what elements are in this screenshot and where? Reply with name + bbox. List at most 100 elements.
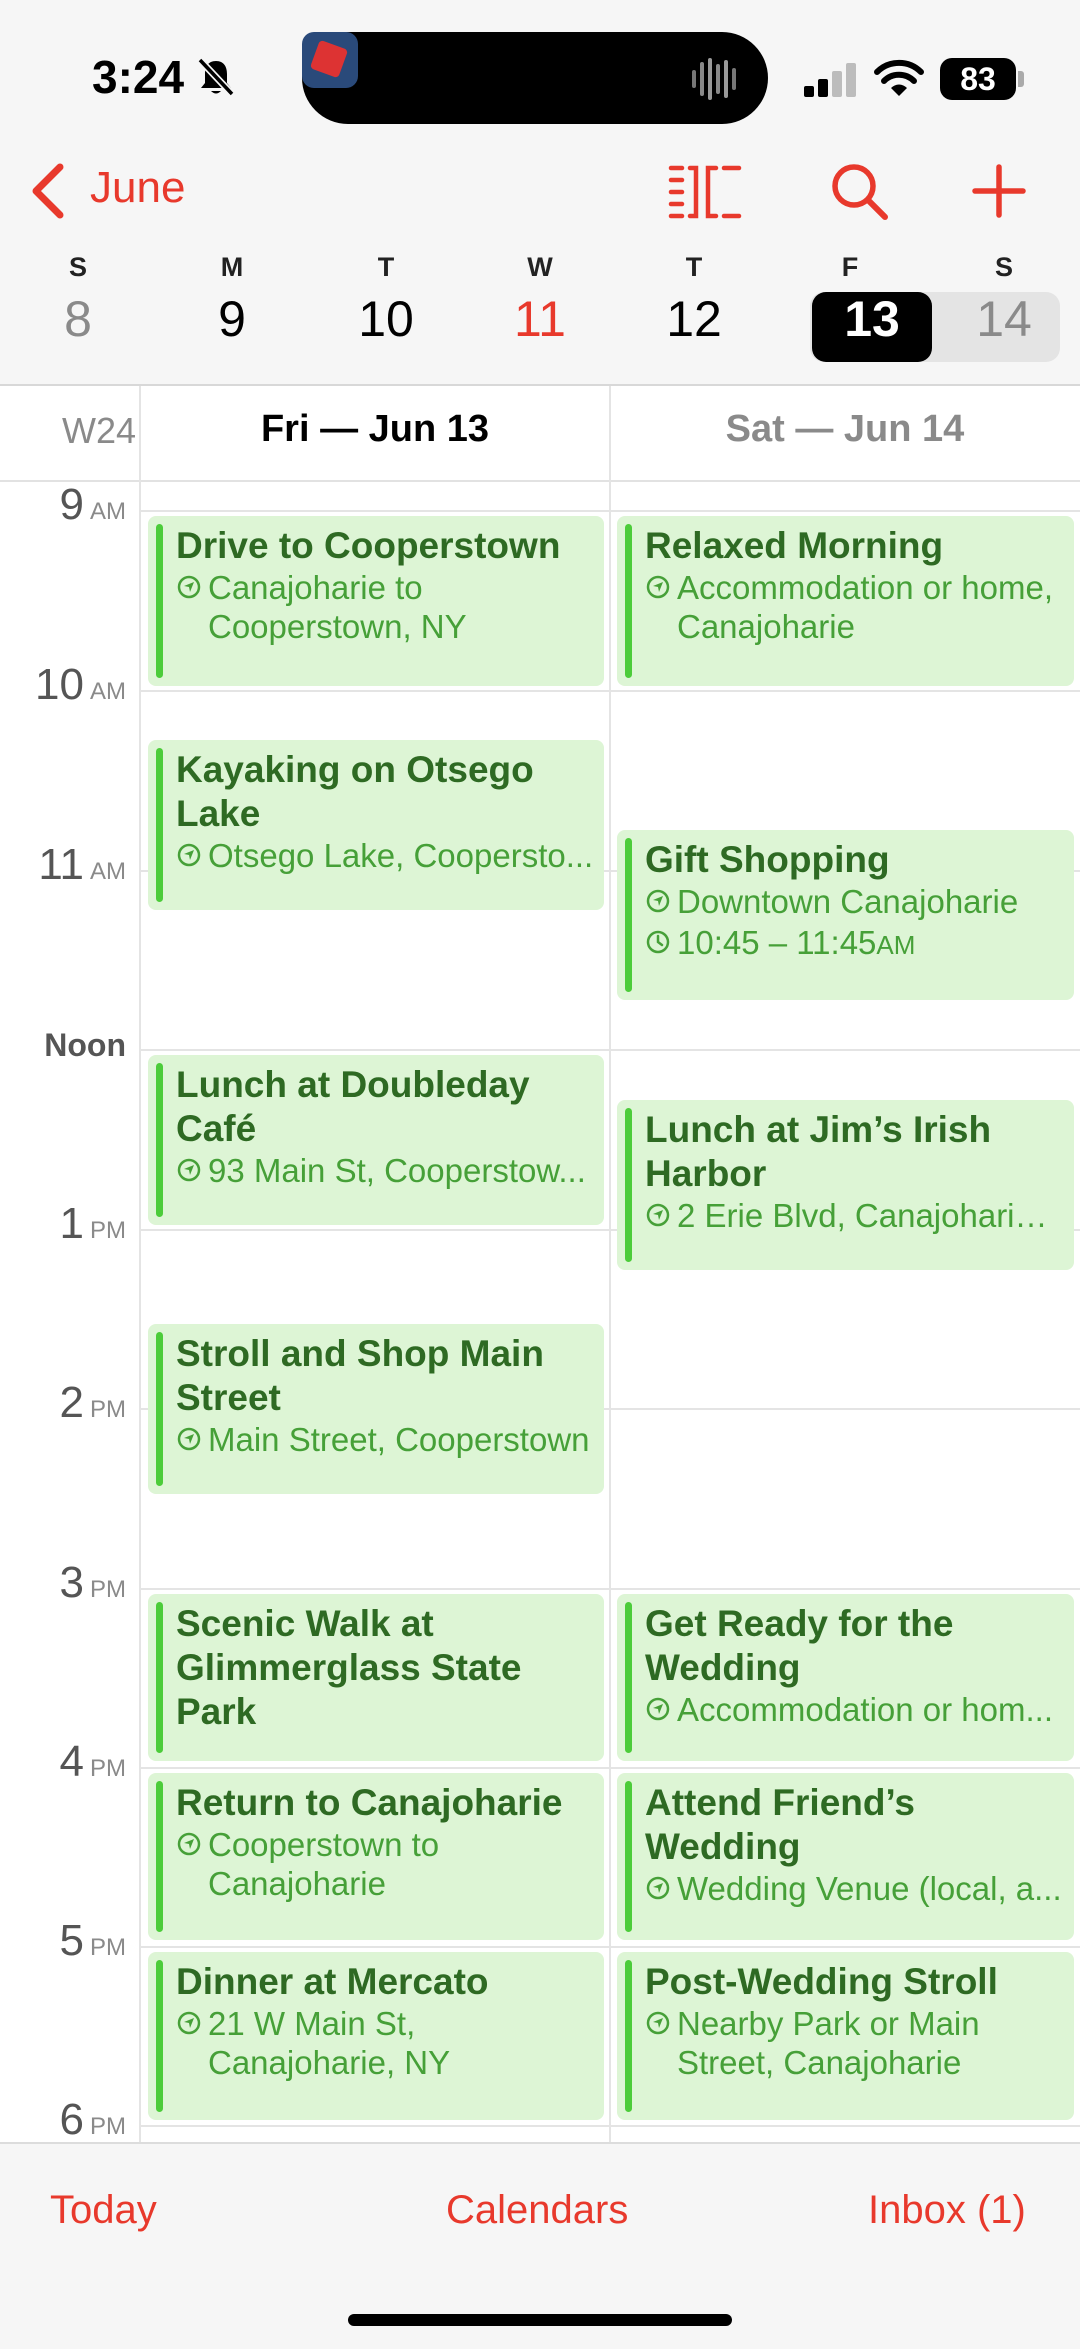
event-title: Gift Shopping (645, 839, 890, 880)
hour-line (140, 2125, 1080, 2127)
battery-tip (1018, 71, 1024, 87)
event-location: Cooperstown to Canajoharie (208, 1826, 440, 1902)
event-location: 2 Erie Blvd, Canajoharie,... (677, 1197, 1064, 1234)
weekday-letter: M (220, 252, 244, 282)
grid-divider (609, 386, 611, 2142)
event-title: Kayaking on Otsego Lake (176, 749, 534, 834)
event-location: Nearby Park or Main Street, Canajoharie (677, 2005, 980, 2081)
location-icon (646, 1876, 670, 1900)
hour-line (140, 1767, 1080, 1769)
event-title: Stroll and Shop Main Street (176, 1333, 544, 1418)
location-icon (177, 1427, 201, 1451)
hour-line (140, 1946, 1080, 1948)
day-number-thu[interactable]: 12 (654, 290, 734, 348)
event-gift-shopping[interactable]: Gift Shopping Downtown Canajoharie 10:45… (617, 830, 1074, 1000)
audio-waveform-icon (692, 58, 736, 100)
event-location: Downtown Canajoharie (677, 883, 1019, 920)
event-title: Relaxed Morning (645, 525, 944, 566)
event-relaxed-morning[interactable]: Relaxed Morning Accommodation or home, C… (617, 516, 1074, 686)
inbox-button[interactable]: Inbox (1) (868, 2188, 1026, 2233)
day-number-mon[interactable]: 9 (192, 290, 272, 348)
event-location: Canajoharie to Cooperstown, NY (208, 569, 467, 645)
day-number-today[interactable]: 11 (500, 290, 580, 348)
day-number-tue[interactable]: 10 (346, 290, 426, 348)
event-return-to-canajoharie[interactable]: Return to Canajoharie Cooperstown to Can… (148, 1773, 604, 1940)
hour-label-noon: Noon (44, 1027, 126, 1063)
event-title: Lunch at Jim’s Irish Harbor (645, 1109, 992, 1194)
hour-line (140, 1049, 1080, 1051)
event-time: 10:45 – 11:45 (677, 924, 877, 961)
day-number-sat[interactable]: 14 (964, 290, 1044, 348)
column-title-sat[interactable]: Sat — Jun 14 (610, 408, 1080, 451)
event-title: Attend Friend’s Wedding (645, 1782, 915, 1867)
weekday-letter: T (685, 252, 703, 282)
event-title: Get Ready for the Wedding (645, 1603, 954, 1688)
hour-label: 10 AM (35, 660, 126, 709)
clock-icon (646, 930, 670, 954)
location-icon (646, 1697, 670, 1721)
cellular-signal-icon (804, 63, 856, 97)
hour-label: 11 AM (38, 840, 126, 889)
back-month-button[interactable]: June (90, 163, 185, 213)
event-title: Lunch at Doubleday Café (176, 1064, 530, 1149)
weekday-letter: S (994, 252, 1013, 282)
day-number-selected[interactable]: 13 (812, 290, 932, 348)
day-number-sun[interactable]: 8 (38, 290, 118, 348)
back-chevron-icon[interactable] (28, 162, 68, 220)
event-location: Accommodation or home, Canajoharie (677, 569, 1054, 645)
event-title: Post-Wedding Stroll (645, 1961, 998, 2002)
location-icon (646, 889, 670, 913)
event-dinner-mercato[interactable]: Dinner at Mercato 21 W Main St, Canajoha… (148, 1952, 604, 2120)
event-lunch-jims[interactable]: Lunch at Jim’s Irish Harbor 2 Erie Blvd,… (617, 1100, 1074, 1270)
hour-line (140, 1588, 1080, 1590)
event-scenic-walk[interactable]: Scenic Walk at Glimmerglass State Park (148, 1594, 604, 1761)
location-icon (177, 843, 201, 867)
dynamic-island[interactable] (302, 32, 768, 124)
status-time: 3:24 (92, 51, 185, 103)
event-drive-to-cooperstown[interactable]: Drive to Cooperstown Canajoharie to Coop… (148, 516, 604, 686)
event-title: Drive to Cooperstown (176, 525, 561, 566)
event-stroll-and-shop[interactable]: Stroll and Shop Main Street Main Street,… (148, 1324, 604, 1494)
event-title: Return to Canajoharie (176, 1782, 563, 1823)
add-event-icon[interactable] (970, 162, 1028, 220)
hour-label: 2 PM (59, 1378, 126, 1427)
event-lunch-doubleday[interactable]: Lunch at Doubleday Café 93 Main St, Coop… (148, 1055, 604, 1225)
hour-label: 4 PM (59, 1737, 126, 1786)
location-icon (177, 1832, 201, 1856)
hour-line (140, 690, 1080, 692)
event-attend-wedding[interactable]: Attend Friend’s Wedding Wedding Venue (l… (617, 1773, 1074, 1940)
weekday-letter: F (841, 252, 859, 282)
battery-level: 83 (960, 61, 996, 97)
event-get-ready[interactable]: Get Ready for the Wedding Accommodation … (617, 1594, 1074, 1761)
hour-label: 1 PM (59, 1199, 126, 1248)
location-icon (177, 2011, 201, 2035)
location-icon (646, 1203, 670, 1227)
silent-bell-icon (197, 57, 235, 97)
event-time-suffix: AM (876, 930, 916, 960)
event-kayaking[interactable]: Kayaking on Otsego Lake Otsego Lake, Coo… (148, 740, 604, 910)
search-icon[interactable] (828, 160, 890, 222)
event-title: Dinner at Mercato (176, 1961, 489, 2002)
column-title-fri[interactable]: Fri — Jun 13 (140, 408, 610, 451)
event-location: 21 W Main St, Canajoharie, NY (208, 2005, 451, 2081)
grid-divider (139, 386, 141, 2142)
location-icon (646, 2011, 670, 2035)
hour-label: 6 PM (59, 2095, 126, 2144)
app-thumbnail-icon (302, 32, 358, 88)
weekday-letter: S (68, 252, 87, 282)
event-location: Wedding Venue (local, a... (677, 1870, 1062, 1907)
home-indicator[interactable] (348, 2314, 732, 2326)
event-location: Otsego Lake, Coopersto... (208, 837, 594, 874)
event-location: 93 Main St, Cooperstow... (208, 1152, 586, 1189)
location-icon (177, 1158, 201, 1182)
hour-label: 9 AM (59, 480, 126, 529)
event-post-wedding-stroll[interactable]: Post-Wedding Stroll Nearby Park or Main … (617, 1952, 1074, 2120)
battery-icon: 83 (940, 58, 1016, 100)
view-switcher-icon[interactable] (668, 162, 742, 220)
location-icon (177, 575, 201, 599)
calendars-button[interactable]: Calendars (446, 2188, 628, 2233)
today-button[interactable]: Today (50, 2188, 157, 2233)
hour-label: 3 PM (59, 1558, 126, 1607)
hour-line (140, 510, 1080, 512)
event-location: Accommodation or hom... (677, 1691, 1053, 1728)
